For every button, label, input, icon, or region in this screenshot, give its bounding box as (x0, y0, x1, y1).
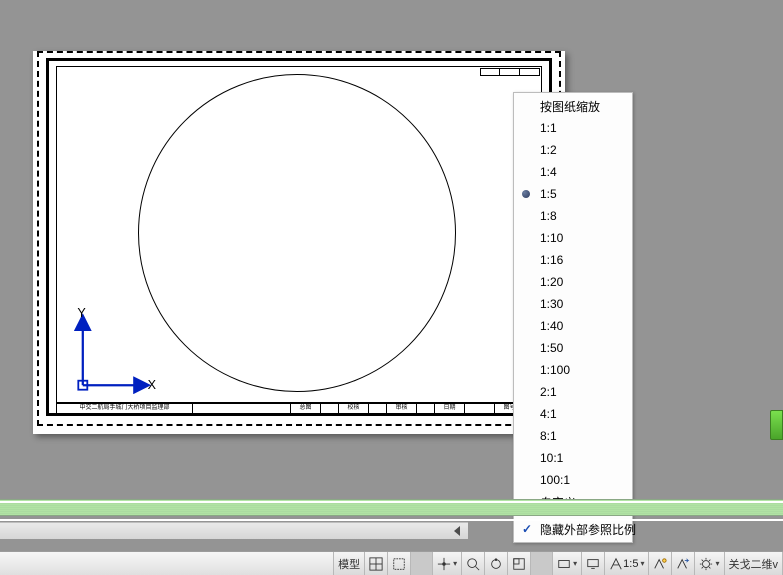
workspace-icon (557, 557, 571, 571)
side-widget[interactable] (770, 410, 783, 440)
model-space-button[interactable]: 模型 (334, 552, 365, 575)
annotation-scale-menu: 按图纸缩放 1:1 1:2 1:4 1:5 1:8 1:10 1:16 1:20… (513, 92, 633, 543)
workspace-switch-button[interactable]: ▾ (695, 552, 724, 575)
scale-option-1-50[interactable]: 1:50 (514, 337, 632, 359)
quick-layout-button[interactable] (508, 552, 531, 575)
layout-icon (512, 557, 526, 571)
monitor-button[interactable] (582, 552, 605, 575)
scale-option-100-1[interactable]: 100:1 (514, 469, 632, 491)
scale-header[interactable]: 按图纸缩放 (514, 95, 632, 117)
scale-option-1-100[interactable]: 1:100 (514, 359, 632, 381)
status-spacer (0, 552, 334, 575)
scale-option-1-2[interactable]: 1:2 (514, 139, 632, 161)
scale-option-1-40[interactable]: 1:40 (514, 315, 632, 337)
scale-option-1-16[interactable]: 1:16 (514, 249, 632, 271)
anno-icon (609, 557, 623, 571)
gear-icon (699, 557, 713, 571)
scale-option-4-1[interactable]: 4:1 (514, 403, 632, 425)
anno-autoscale-button[interactable] (672, 552, 695, 575)
quick-pan-button[interactable]: ▾ (433, 552, 462, 575)
scale-option-1-1[interactable]: 1:1 (514, 117, 632, 139)
grid-icon (369, 557, 383, 571)
annotation-scale-value: 1:5 (623, 558, 638, 570)
monitor-icon (586, 557, 600, 571)
grid-button[interactable] (365, 552, 388, 575)
horizontal-scrollbar[interactable] (0, 522, 468, 539)
status-divider (411, 552, 433, 575)
status-bar: 模型 ▾ ▾ 1:5 ▾ ▾ 关戈二维v (0, 551, 783, 575)
scale-option-10-1[interactable]: 10:1 (514, 447, 632, 469)
scale-option-8-1[interactable]: 8:1 (514, 425, 632, 447)
scale-option-1-30[interactable]: 1:30 (514, 293, 632, 315)
scroll-left-icon[interactable] (454, 526, 460, 536)
workspace-button[interactable]: ▾ (553, 552, 582, 575)
quick-rotate-button[interactable] (485, 552, 508, 575)
anno-visibility-button[interactable] (649, 552, 672, 575)
scale-option-1-10[interactable]: 1:10 (514, 227, 632, 249)
scale-option-1-4[interactable]: 1:4 (514, 161, 632, 183)
quick-zoom-button[interactable] (462, 552, 485, 575)
scale-option-1-20[interactable]: 1:20 (514, 271, 632, 293)
scale-icon (653, 557, 667, 571)
title-block: 中交二航局手城门大桥项目监理部 总图 校核 审核 日期 图号 (56, 402, 542, 414)
snap-button[interactable] (388, 552, 411, 575)
status-divider (531, 552, 553, 575)
chevron-down-icon: ▾ (715, 559, 719, 568)
chevron-down-icon: ▾ (640, 559, 644, 568)
pan-icon (437, 557, 451, 571)
rotate-icon (489, 557, 503, 571)
annotation-scale-button[interactable]: 1:5 ▾ (605, 552, 649, 575)
scale-option-1-8[interactable]: 1:8 (514, 205, 632, 227)
isometric-button[interactable]: 关戈二维v (725, 552, 783, 575)
chevron-down-icon: ▾ (573, 559, 577, 568)
chevron-down-icon: ▾ (453, 559, 457, 568)
isometric-label: 关戈二维v (729, 556, 779, 572)
layout-tabs-row (0, 501, 783, 539)
model-space-label: 模型 (338, 556, 360, 572)
title-block-main: 中交二航局手城门大桥项目监理部 (56, 402, 192, 414)
scale-option-1-5[interactable]: 1:5 (514, 183, 632, 205)
scale-icon (676, 557, 690, 571)
title-top-cells (480, 68, 540, 76)
scale-option-2-1[interactable]: 2:1 (514, 381, 632, 403)
snap-icon (392, 557, 406, 571)
zoom-icon (466, 557, 480, 571)
paper-layout[interactable]: X Y 中交二航局手城门大桥项目监理部 总图 校核 审核 日期 图号 (33, 51, 565, 434)
drawing-circle[interactable] (138, 74, 456, 392)
